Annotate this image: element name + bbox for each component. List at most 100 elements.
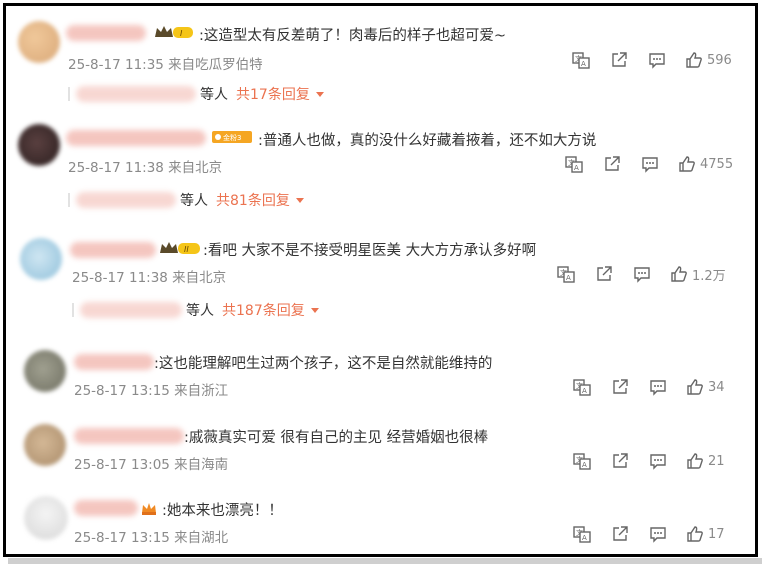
reply-divider bbox=[72, 303, 74, 317]
username-blurred[interactable] bbox=[74, 428, 184, 444]
like-count: 17 bbox=[708, 526, 725, 542]
comment-meta: 25-8-17 11:38 来自北京 bbox=[68, 160, 223, 176]
translate-icon[interactable]: 文A bbox=[572, 451, 592, 471]
like-count: 1.2万 bbox=[692, 268, 726, 284]
like-button[interactable]: 17 bbox=[686, 524, 725, 544]
translate-icon[interactable]: 文A bbox=[572, 377, 592, 397]
comment-actions: 文A 34 bbox=[572, 377, 725, 397]
replier-names-blurred bbox=[76, 86, 196, 102]
reply-count-link[interactable]: 共187条回复 bbox=[222, 300, 305, 320]
like-count: 4755 bbox=[700, 156, 734, 172]
translate-icon[interactable]: 文A bbox=[572, 524, 592, 544]
comment-actions: 文A 1.2万 bbox=[556, 264, 726, 284]
username-blurred[interactable] bbox=[70, 242, 156, 258]
fan-level-icon: 金粉3 bbox=[212, 131, 252, 143]
comment-icon[interactable] bbox=[648, 524, 668, 544]
like-button[interactable]: 596 bbox=[685, 50, 732, 70]
avatar[interactable] bbox=[18, 21, 60, 63]
thumbs-up-icon bbox=[687, 526, 703, 542]
reply-divider bbox=[68, 193, 70, 207]
crown-level-icon: I bbox=[155, 26, 193, 38]
crown-level-icon: II bbox=[160, 242, 200, 254]
thumbs-up-icon bbox=[686, 52, 702, 68]
thumbs-up-icon bbox=[687, 453, 703, 469]
reply-others-label: 等人 bbox=[200, 87, 228, 103]
reply-divider bbox=[68, 87, 70, 101]
comment-actions: 文A 21 bbox=[572, 451, 725, 471]
translate-icon[interactable]: 文A bbox=[556, 264, 576, 284]
thumbs-up-icon bbox=[671, 266, 687, 282]
svg-text:A: A bbox=[582, 387, 587, 395]
comment-text: :普通人也做，真的没什么好藏着掖着，还不如大方说 bbox=[258, 133, 597, 149]
username-blurred[interactable] bbox=[66, 25, 146, 41]
reply-summary: 等人 共81条回复 bbox=[68, 190, 304, 210]
avatar[interactable] bbox=[24, 350, 66, 392]
comment-actions: 文A 4755 bbox=[564, 154, 733, 174]
comment-meta: 25-8-17 13:15 来自浙江 bbox=[74, 383, 229, 399]
avatar[interactable] bbox=[18, 124, 60, 166]
fan-badge: 金粉3 bbox=[212, 130, 254, 144]
reply-count-link[interactable]: 共81条回复 bbox=[216, 190, 290, 210]
translate-icon[interactable]: 文A bbox=[564, 154, 584, 174]
like-count: 34 bbox=[708, 379, 725, 395]
share-icon[interactable] bbox=[610, 524, 630, 544]
chevron-down-icon[interactable] bbox=[315, 91, 324, 97]
comment-text: :这也能理解吧生过两个孩子，这不是自然就能维持的 bbox=[154, 356, 493, 372]
replier-names-blurred bbox=[80, 302, 182, 318]
share-icon[interactable] bbox=[610, 451, 630, 471]
comment-meta: 25-8-17 11:38 来自北京 bbox=[72, 270, 227, 286]
vip-badge: I bbox=[153, 24, 195, 40]
comment-text: :戚薇真实可爱 很有自己的主见 经营婚姻也很棒 bbox=[184, 430, 489, 446]
svg-text:A: A bbox=[574, 164, 579, 172]
comment-meta: 25-8-17 13:05 来自海南 bbox=[74, 457, 229, 473]
svg-text:A: A bbox=[581, 60, 586, 68]
member-badge bbox=[140, 500, 158, 516]
avatar[interactable] bbox=[24, 496, 68, 540]
comment-actions: 文A 596 bbox=[571, 50, 732, 70]
thumbs-up-icon bbox=[679, 156, 695, 172]
share-icon[interactable] bbox=[602, 154, 622, 174]
avatar[interactable] bbox=[20, 238, 62, 280]
comment-icon[interactable] bbox=[647, 50, 667, 70]
comment-text: :看吧 大家不是不接受明星医美 大大方方承认多好啊 bbox=[203, 243, 537, 259]
chevron-down-icon[interactable] bbox=[310, 307, 319, 313]
reply-summary: 等人 共17条回复 bbox=[68, 84, 324, 104]
replier-names-blurred bbox=[76, 192, 176, 208]
like-button[interactable]: 1.2万 bbox=[670, 264, 726, 284]
like-count: 21 bbox=[708, 453, 725, 469]
reply-others-label: 等人 bbox=[180, 193, 208, 209]
comment-panel: I :这造型太有反差萌了！肉毒后的样子也超可爱~ 25-8-17 11:35 来… bbox=[3, 3, 758, 557]
like-button[interactable]: 4755 bbox=[678, 154, 733, 174]
frame-shadow bbox=[8, 558, 762, 564]
reply-summary: 等人 共187条回复 bbox=[72, 300, 319, 320]
svg-text:A: A bbox=[582, 461, 587, 469]
comment-meta: 25-8-17 11:35 来自吃瓜罗伯特 bbox=[68, 57, 263, 73]
reply-count-link[interactable]: 共17条回复 bbox=[236, 84, 310, 104]
like-button[interactable]: 34 bbox=[686, 377, 725, 397]
comment-icon[interactable] bbox=[648, 377, 668, 397]
svg-text:II: II bbox=[184, 245, 189, 254]
share-icon[interactable] bbox=[609, 50, 629, 70]
like-button[interactable]: 21 bbox=[686, 451, 725, 471]
username-blurred[interactable] bbox=[74, 354, 154, 370]
comment-text: :她本来也漂亮！！ bbox=[162, 503, 283, 519]
svg-text:A: A bbox=[566, 274, 571, 282]
like-count: 596 bbox=[707, 52, 732, 68]
comment-icon[interactable] bbox=[640, 154, 660, 174]
thumbs-up-icon bbox=[687, 379, 703, 395]
comment-text: :这造型太有反差萌了！肉毒后的样子也超可爱~ bbox=[199, 28, 507, 44]
username-blurred[interactable] bbox=[74, 500, 138, 516]
comment-icon[interactable] bbox=[648, 451, 668, 471]
reply-others-label: 等人 bbox=[186, 303, 214, 319]
crown-icon bbox=[142, 503, 156, 515]
share-icon[interactable] bbox=[610, 377, 630, 397]
svg-text:A: A bbox=[582, 534, 587, 542]
chevron-down-icon[interactable] bbox=[295, 197, 304, 203]
comment-icon[interactable] bbox=[632, 264, 652, 284]
comment-meta: 25-8-17 13:15 来自湖北 bbox=[74, 530, 229, 546]
share-icon[interactable] bbox=[594, 264, 614, 284]
translate-icon[interactable]: 文A bbox=[571, 50, 591, 70]
vip-badge: II bbox=[158, 240, 202, 256]
username-blurred[interactable] bbox=[66, 130, 206, 146]
avatar[interactable] bbox=[24, 424, 66, 466]
